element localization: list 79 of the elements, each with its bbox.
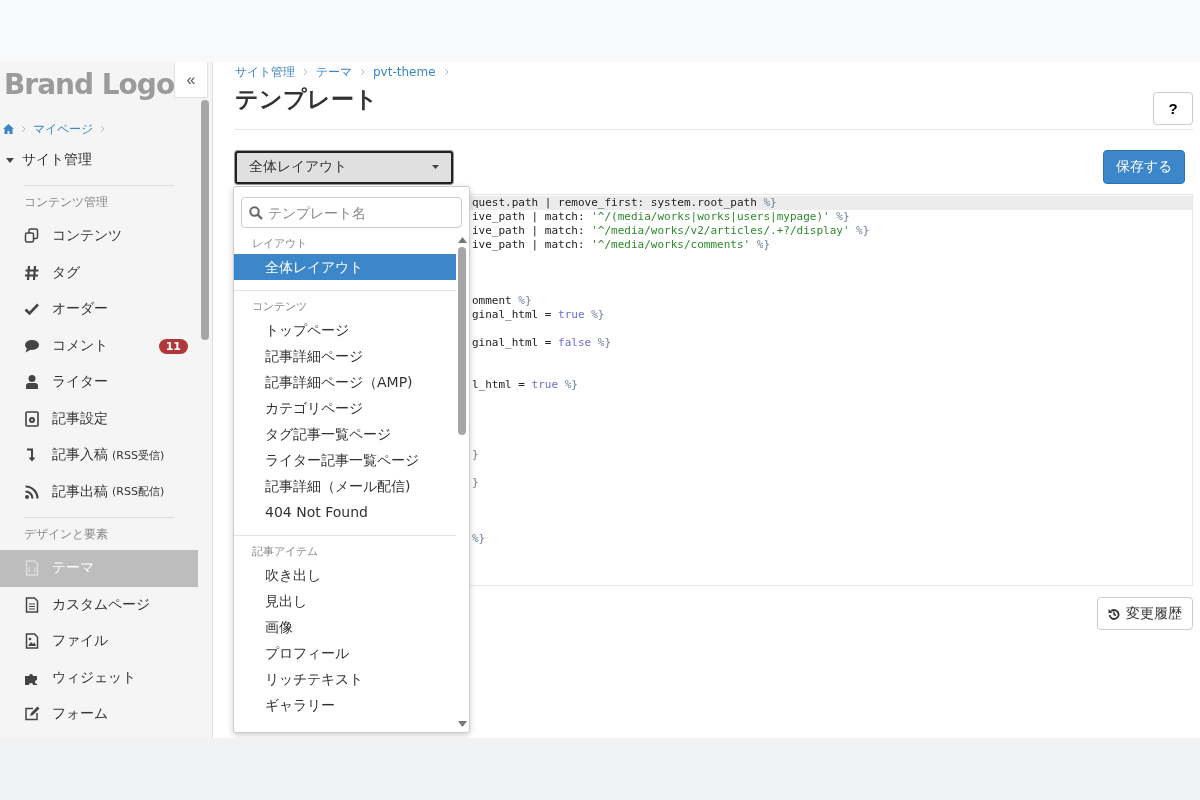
sidebar-item[interactable]: 記事設定 bbox=[0, 400, 198, 437]
user-icon bbox=[24, 374, 40, 391]
dropdown-option[interactable]: 記事詳細ページ（AMP) bbox=[234, 369, 456, 395]
menu-group-heading: デザインと要素 bbox=[23, 526, 109, 543]
hash-icon bbox=[24, 264, 40, 281]
save-button[interactable]: 保存する bbox=[1103, 150, 1185, 184]
code-document-icon bbox=[24, 560, 40, 577]
template-select[interactable]: 全体レイアウト bbox=[235, 150, 453, 184]
code-line: ive_path | match: '^/media/works/comments' %} bbox=[472, 238, 771, 251]
code-line: quest.path | remove_first: system.root_path %} bbox=[472, 196, 777, 209]
sidebar-item[interactable]: オーダー bbox=[0, 291, 198, 328]
collapse-button[interactable]: « bbox=[174, 62, 208, 98]
code-line: } bbox=[472, 448, 479, 461]
image-document-icon bbox=[24, 633, 40, 650]
dropdown-option[interactable]: 画像 bbox=[234, 614, 456, 640]
chevron-icon bbox=[360, 68, 365, 76]
history-button[interactable]: 変更履歴 bbox=[1097, 597, 1193, 630]
dropdown-option[interactable]: リッチテキスト bbox=[234, 666, 456, 692]
sidebar-item[interactable]: コンテンツ bbox=[0, 218, 198, 255]
dropdown-option[interactable]: 吹き出し bbox=[234, 562, 456, 588]
scroll-down-icon bbox=[457, 721, 467, 727]
code-line: ive_path | match: '^/media/works/v2/articles/.+?/display' %} bbox=[472, 224, 870, 237]
count-badge: 11 bbox=[158, 338, 188, 354]
check-icon bbox=[24, 301, 40, 318]
sidebar-item[interactable]: 記事入稿 (RSS受信) bbox=[0, 437, 198, 474]
breadcrumb-link[interactable]: テーマ bbox=[316, 63, 352, 81]
option-group-heading: コンテンツ bbox=[251, 299, 308, 315]
code-line: ginal_html = false %} bbox=[472, 336, 612, 349]
code-line: omment %} bbox=[472, 294, 532, 307]
document-icon bbox=[24, 596, 40, 613]
history-icon bbox=[1108, 607, 1120, 620]
caret-down-icon bbox=[432, 165, 439, 169]
menu-group-heading: コンテンツ管理 bbox=[23, 194, 109, 211]
sidebar-item[interactable]: カスタムページ bbox=[0, 586, 198, 623]
dropdown-option[interactable]: ライター記事一覧ページ bbox=[234, 447, 456, 473]
site-admin-toggle[interactable]: サイト管理 bbox=[0, 142, 198, 178]
scroll-up-icon bbox=[457, 237, 467, 243]
page-title: テンプレート bbox=[235, 85, 378, 114]
help-button[interactable]: ? bbox=[1153, 92, 1193, 125]
scrollbar-thumb[interactable] bbox=[201, 100, 209, 340]
chevron-icon bbox=[21, 125, 26, 133]
dropdown-option[interactable]: カテゴリページ bbox=[234, 395, 456, 421]
gear-document-icon bbox=[24, 410, 40, 427]
edit-icon bbox=[24, 706, 40, 723]
code-line: } bbox=[472, 476, 479, 489]
sidebar-item[interactable]: 記事出稿 (RSS配信) bbox=[0, 473, 198, 510]
code-line: %} bbox=[472, 532, 486, 545]
dropdown-option[interactable]: ギャラリー bbox=[234, 692, 456, 718]
dropdown-option[interactable]: 記事詳細（メール配信) bbox=[234, 473, 456, 499]
dropdown-option[interactable]: 全体レイアウト bbox=[234, 254, 456, 280]
sidebar-item[interactable]: ライター bbox=[0, 364, 198, 401]
home-icon bbox=[3, 124, 14, 134]
chevron-icon bbox=[100, 125, 105, 133]
dropdown-option[interactable]: 見出し bbox=[234, 588, 456, 614]
sidebar-item[interactable]: ファイル bbox=[0, 623, 198, 660]
dropdown-option[interactable]: 404 Not Found bbox=[234, 499, 456, 525]
breadcrumb-link[interactable]: サイト管理 bbox=[235, 63, 295, 81]
scrollbar-thumb[interactable] bbox=[458, 247, 466, 435]
speech-bubble-icon bbox=[24, 337, 40, 354]
breadcrumb-link[interactable]: マイページ bbox=[33, 120, 93, 138]
dropdown-option[interactable]: 記事詳細ページ bbox=[234, 343, 456, 369]
copy-icon bbox=[24, 228, 40, 245]
option-group-heading: レイアウト bbox=[251, 236, 308, 252]
breadcrumb-link[interactable]: pvt-theme bbox=[373, 65, 436, 79]
search-field[interactable]: テンプレート名 bbox=[241, 197, 462, 228]
rss-icon bbox=[24, 483, 40, 500]
sidebar-item[interactable]: コメント 11 bbox=[0, 327, 198, 364]
sidebar-item[interactable]: フォーム bbox=[0, 696, 198, 733]
chevron-icon bbox=[443, 68, 449, 76]
chevron-icon bbox=[303, 68, 308, 76]
sidebar-item[interactable]: ウィジェット bbox=[0, 659, 198, 696]
dropdown-option[interactable]: トップページ bbox=[234, 317, 456, 343]
code-line: l_html = true %} bbox=[472, 378, 578, 391]
code-line: ginal_html = true %} bbox=[472, 308, 605, 321]
option-group-heading: 記事アイテム bbox=[251, 544, 319, 560]
code-line: ive_path | match: '^/(media/works|works|users|mypage)' %} bbox=[472, 210, 850, 223]
sidebar-item[interactable]: タグ bbox=[0, 254, 198, 291]
dropdown-option[interactable]: タグ記事一覧ページ bbox=[234, 421, 456, 447]
dropdown-option[interactable]: プロフィール bbox=[234, 640, 456, 666]
